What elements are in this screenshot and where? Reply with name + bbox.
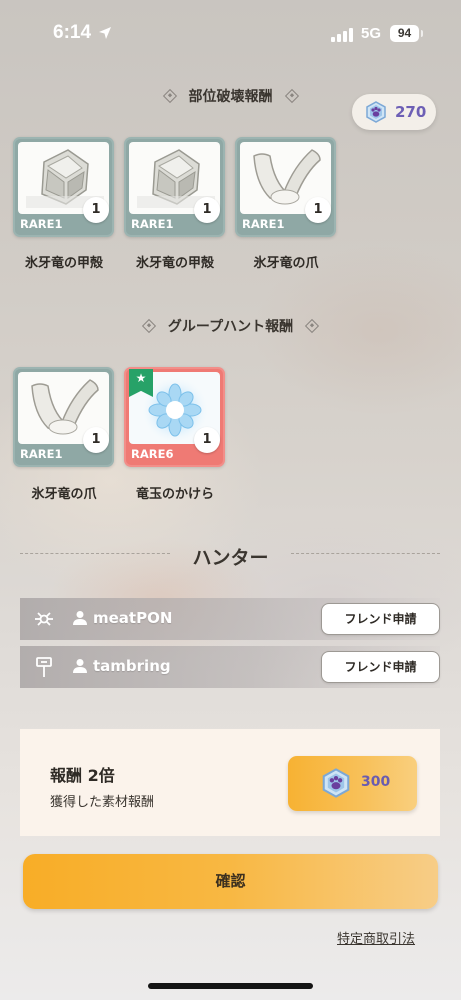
cellular-signal-icon (331, 28, 355, 42)
reward-card[interactable]: RARE1 1 (235, 137, 336, 237)
rarity-label: RARE1 (131, 217, 174, 231)
double-reward-button[interactable]: 300 (288, 756, 417, 811)
friend-request-button[interactable]: フレンド申請 (321, 651, 440, 683)
reward-card[interactable]: RARE1 1 (13, 367, 114, 467)
rarity-label: RARE1 (20, 217, 63, 231)
hammer-icon (36, 657, 52, 677)
currency-balance: 270 (352, 94, 436, 130)
battery-icon: 94 (390, 25, 419, 42)
person-icon (73, 611, 87, 625)
double-reward-cost: 300 (361, 774, 391, 790)
confirm-button[interactable]: 確認 (23, 854, 438, 909)
home-indicator[interactable] (148, 983, 313, 989)
hunter-name: tambring (93, 657, 171, 675)
item-name: 氷牙竜の爪 (31, 487, 97, 502)
paw-gem-icon (366, 101, 386, 123)
item-name: 竜玉のかけら (135, 487, 214, 502)
commercial-transactions-link[interactable]: 特定商取引法 (337, 928, 415, 947)
diamond-ornament-icon (305, 318, 320, 334)
bow-gun-icon (35, 612, 53, 626)
double-reward-title: 報酬 2倍 (50, 766, 115, 785)
quantity-badge: 1 (83, 197, 109, 223)
status-bar: 6:14 5G 94 (0, 0, 461, 70)
reward-card[interactable]: RARE1 1 (124, 137, 225, 237)
hunter-name: meatPON (93, 609, 173, 627)
diamond-ornament-icon (141, 318, 156, 334)
diamond-ornament-icon (162, 88, 177, 104)
person-icon (73, 659, 87, 673)
reward-card[interactable]: RARE1 1 (13, 137, 114, 237)
item-name: 氷牙竜の甲殻 (24, 256, 103, 271)
reward-card[interactable]: ★ RARE6 1 (124, 367, 225, 467)
star-icon: ★ (135, 371, 147, 385)
part-break-title: 部位破壊報酬 (188, 89, 273, 105)
double-reward-panel: 報酬 2倍 獲得した素材報酬 300 (20, 729, 440, 836)
network-type: 5G (361, 25, 382, 42)
friend-request-button[interactable]: フレンド申請 (321, 603, 440, 635)
rarity-label: RARE6 (131, 447, 174, 461)
location-arrow-icon (99, 27, 111, 39)
quantity-badge: 1 (194, 427, 220, 453)
item-name: 氷牙竜の爪 (253, 256, 319, 271)
item-name: 氷牙竜の甲殻 (135, 256, 214, 271)
double-reward-subtitle: 獲得した素材報酬 (50, 795, 155, 810)
group-hunt-title: グループハント報酬 (167, 319, 294, 335)
group-hunt-header: グループハント報酬 (0, 316, 461, 336)
hunter-row: tambring フレンド申請 (20, 646, 440, 688)
quantity-badge: 1 (83, 427, 109, 453)
paw-gem-icon (322, 768, 350, 798)
status-time: 6:14 (53, 22, 92, 43)
quantity-badge: 1 (194, 197, 220, 223)
rarity-label: RARE1 (20, 447, 63, 461)
battery-tip (421, 30, 423, 37)
quantity-badge: 1 (305, 197, 331, 223)
currency-amount: 270 (395, 103, 427, 121)
diamond-ornament-icon (284, 88, 299, 104)
hunter-row: meatPON フレンド申請 (20, 598, 440, 640)
rarity-label: RARE1 (242, 217, 285, 231)
hunters-title: ハンター (192, 547, 269, 569)
